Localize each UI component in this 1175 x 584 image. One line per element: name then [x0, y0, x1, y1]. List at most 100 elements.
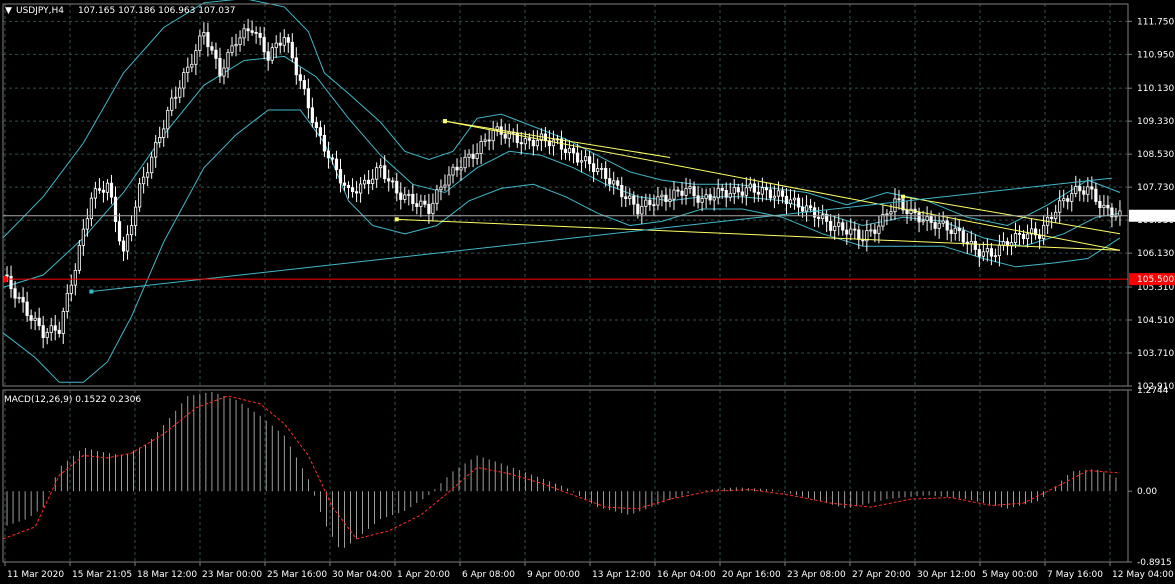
- bear-candle: [121, 240, 126, 252]
- bull-candle: [85, 218, 89, 230]
- bear-candle: [949, 229, 953, 235]
- bull-candle: [700, 198, 704, 203]
- bear-candle: [210, 46, 214, 51]
- bull-candle: [45, 332, 49, 338]
- bull-candle: [668, 198, 672, 202]
- bear-candle: [395, 180, 399, 194]
- time-tick-label: 20 Apr 16:00: [722, 570, 781, 580]
- bull-candle: [431, 202, 435, 214]
- trendline-anchor: [89, 289, 94, 294]
- bull-candle: [61, 311, 65, 334]
- time-tick-label: 11 Mar 2020: [7, 570, 64, 580]
- bull-candle: [178, 87, 182, 98]
- bear-candle: [346, 184, 351, 189]
- bear-candle: [845, 229, 849, 235]
- bull-candle: [600, 167, 604, 170]
- bull-candle: [551, 139, 556, 147]
- bear-candle: [1098, 201, 1102, 209]
- bear-candle: [258, 32, 262, 38]
- bull-candle: [728, 192, 732, 198]
- chart-canvas[interactable]: 111.750 110.950 110.130 109.330 108.530 107.7…: [0, 0, 1175, 584]
- bear-candle: [298, 74, 302, 81]
- bull-candle: [1058, 200, 1062, 213]
- bear-candle: [254, 32, 258, 34]
- bull-candle: [234, 44, 238, 47]
- bull-candle: [716, 187, 720, 199]
- bull-candle: [230, 45, 234, 53]
- bull-candle: [732, 187, 736, 194]
- bull-candle: [684, 188, 688, 196]
- bear-candle: [338, 169, 343, 184]
- bear-candle: [571, 147, 576, 154]
- time-tick-label: 27 Apr 20:00: [852, 570, 911, 580]
- bull-candle: [73, 269, 77, 286]
- bear-candle: [817, 216, 821, 219]
- bear-candle: [330, 157, 335, 160]
- bull-candle: [491, 129, 495, 142]
- bear-candle: [989, 248, 993, 257]
- bear-candle: [592, 163, 596, 173]
- bull-candle: [105, 182, 110, 193]
- bull-candle: [190, 63, 194, 68]
- bear-candle: [756, 191, 760, 195]
- bear-candle: [752, 183, 756, 193]
- trendline-anchor: [901, 194, 905, 199]
- bear-candle: [720, 187, 724, 191]
- time-tick-label: 1 Apr 20:00: [397, 570, 450, 580]
- macd-tick-label: -0.8915: [1137, 558, 1172, 568]
- bear-candle: [873, 229, 877, 234]
- bull-candle: [937, 222, 941, 229]
- bull-candle: [776, 190, 781, 197]
- bull-candle: [1086, 186, 1090, 195]
- bear-candle: [724, 190, 728, 198]
- bear-candle: [957, 227, 961, 232]
- bear-candle: [736, 187, 740, 193]
- bear-candle: [800, 206, 805, 212]
- bull-candle: [748, 183, 752, 189]
- bear-candle: [531, 139, 535, 147]
- bear-candle: [905, 209, 909, 214]
- bear-candle: [676, 189, 680, 192]
- bear-candle: [780, 190, 785, 197]
- bear-candle: [314, 122, 318, 129]
- bear-candle: [696, 195, 700, 203]
- bear-candle: [387, 178, 391, 182]
- triangle-down-icon[interactable]: ▼: [5, 6, 12, 16]
- bull-candle: [644, 199, 648, 207]
- bull-candle: [146, 172, 150, 178]
- bear-candle: [53, 325, 57, 331]
- bear-candle: [692, 186, 696, 197]
- bull-candle: [133, 206, 138, 226]
- bear-candle: [608, 178, 612, 185]
- trendline-anchor: [394, 217, 399, 222]
- bear-candle: [563, 148, 568, 154]
- bear-candle: [929, 216, 933, 223]
- bear-candle: [37, 317, 41, 327]
- bear-candle: [350, 187, 355, 193]
- bull-candle: [282, 37, 286, 46]
- bull-candle: [885, 213, 889, 216]
- bear-candle: [326, 150, 331, 159]
- bull-candle: [953, 227, 957, 235]
- bull-candle: [804, 205, 809, 212]
- time-tick-label: 25 Mar 16:00: [267, 570, 327, 580]
- bull-candle: [270, 47, 274, 61]
- bull-candle: [672, 189, 676, 200]
- bull-candle: [567, 147, 572, 154]
- bull-candle: [656, 196, 660, 206]
- bull-candle: [467, 153, 471, 158]
- bear-candle: [527, 138, 531, 141]
- bear-candle: [680, 190, 684, 196]
- bull-candle: [375, 167, 379, 180]
- bull-candle: [443, 184, 447, 188]
- bull-candle: [226, 51, 230, 69]
- bear-candle: [294, 57, 298, 76]
- bear-candle: [503, 133, 507, 139]
- macd-tick-label: 1.2744: [1137, 386, 1169, 396]
- price-tick-label: 106.130: [1137, 249, 1174, 259]
- time-tick-label: 15 Mar 21:05: [72, 570, 132, 580]
- bear-candle: [41, 325, 45, 338]
- bull-candle: [479, 141, 483, 154]
- time-tick-label: 6 Apr 08:00: [462, 570, 515, 580]
- bull-candle: [849, 228, 853, 235]
